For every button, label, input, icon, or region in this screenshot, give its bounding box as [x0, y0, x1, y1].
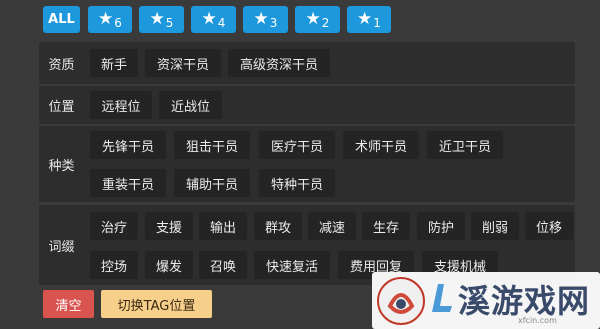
star-count: 4: [217, 15, 226, 30]
tag-nuker[interactable]: 爆发: [145, 251, 193, 279]
tag-fast-redeploy[interactable]: 快速复活: [254, 251, 330, 279]
tag-slow[interactable]: 减速: [308, 212, 356, 240]
tag-novice[interactable]: 新手: [90, 49, 138, 77]
qualification-label: 资质: [48, 57, 75, 73]
tag-aoe[interactable]: 群攻: [254, 212, 302, 240]
tag-survival[interactable]: 生存: [362, 212, 410, 240]
watermark-url: xfcin.com: [518, 316, 557, 325]
switch-tag-position-button[interactable]: 切换TAG位置: [101, 290, 212, 318]
affix-label: 词缀: [48, 239, 75, 255]
tag-melee[interactable]: 近战位: [159, 91, 222, 119]
star-icon: ★: [98, 9, 114, 29]
star-icon: ★: [357, 9, 373, 29]
tag-medic[interactable]: 医疗干员: [259, 131, 335, 159]
tag-crowd-control[interactable]: 控场: [90, 251, 138, 279]
tag-summon[interactable]: 召唤: [199, 251, 247, 279]
star-icon: ★: [201, 9, 217, 29]
filter-3-star-button[interactable]: ★ 3: [243, 6, 288, 33]
star-icon: ★: [253, 9, 269, 29]
tag-support[interactable]: 支援: [145, 212, 193, 240]
watermark-logo-icon: [377, 277, 425, 325]
tag-supporter[interactable]: 辅助干员: [174, 169, 250, 197]
position-panel: 位置 远程位 近战位: [39, 86, 575, 124]
class-panel: 种类 先锋干员 狙击干员 医疗干员 术师干员 近卫干员 重装干员 辅助干员 特种…: [39, 126, 575, 202]
star-icon: ★: [149, 9, 165, 29]
filter-6-star-button[interactable]: ★ 6: [88, 6, 132, 33]
star-count: 5: [165, 15, 174, 30]
qualification-panel: 资质 新手 资深干员 高级资深干员: [39, 42, 575, 84]
site-watermark: 溪游戏网 xfcin.com: [372, 272, 600, 329]
filter-4-star-button[interactable]: ★ 4: [191, 6, 236, 33]
tag-defense[interactable]: 防护: [417, 212, 465, 240]
filter-all-label: ALL: [48, 12, 75, 27]
tag-healing[interactable]: 治疗: [90, 212, 138, 240]
class-label: 种类: [48, 158, 75, 174]
tag-guard[interactable]: 近卫干员: [427, 131, 503, 159]
star-count: 3: [269, 15, 278, 30]
clear-button[interactable]: 清空: [43, 290, 94, 318]
tag-caster[interactable]: 术师干员: [343, 131, 419, 159]
tag-debuff[interactable]: 削弱: [471, 212, 519, 240]
tag-top-operator[interactable]: 高级资深干员: [228, 49, 330, 77]
filter-all-button[interactable]: ALL: [43, 6, 80, 33]
tag-sniper[interactable]: 狙击干员: [174, 131, 250, 159]
tag-defender[interactable]: 重装干员: [90, 169, 166, 197]
position-label: 位置: [48, 99, 75, 115]
watermark-l-mark-icon: [432, 284, 452, 312]
star-count: 6: [114, 15, 122, 30]
filter-2-star-button[interactable]: ★ 2: [295, 6, 340, 33]
filter-1-star-button[interactable]: ★ 1: [347, 6, 391, 33]
tag-dps[interactable]: 输出: [199, 212, 247, 240]
tag-vanguard[interactable]: 先锋干员: [90, 131, 166, 159]
tag-shift[interactable]: 位移: [525, 212, 573, 240]
star-count: 1: [373, 15, 381, 30]
tag-ranged[interactable]: 远程位: [90, 91, 152, 119]
tag-specialist[interactable]: 特种干员: [259, 169, 335, 197]
star-icon: ★: [305, 9, 321, 29]
star-count: 2: [321, 15, 330, 30]
filter-5-star-button[interactable]: ★ 5: [139, 6, 184, 33]
tag-senior-operator[interactable]: 资深干员: [145, 49, 221, 77]
